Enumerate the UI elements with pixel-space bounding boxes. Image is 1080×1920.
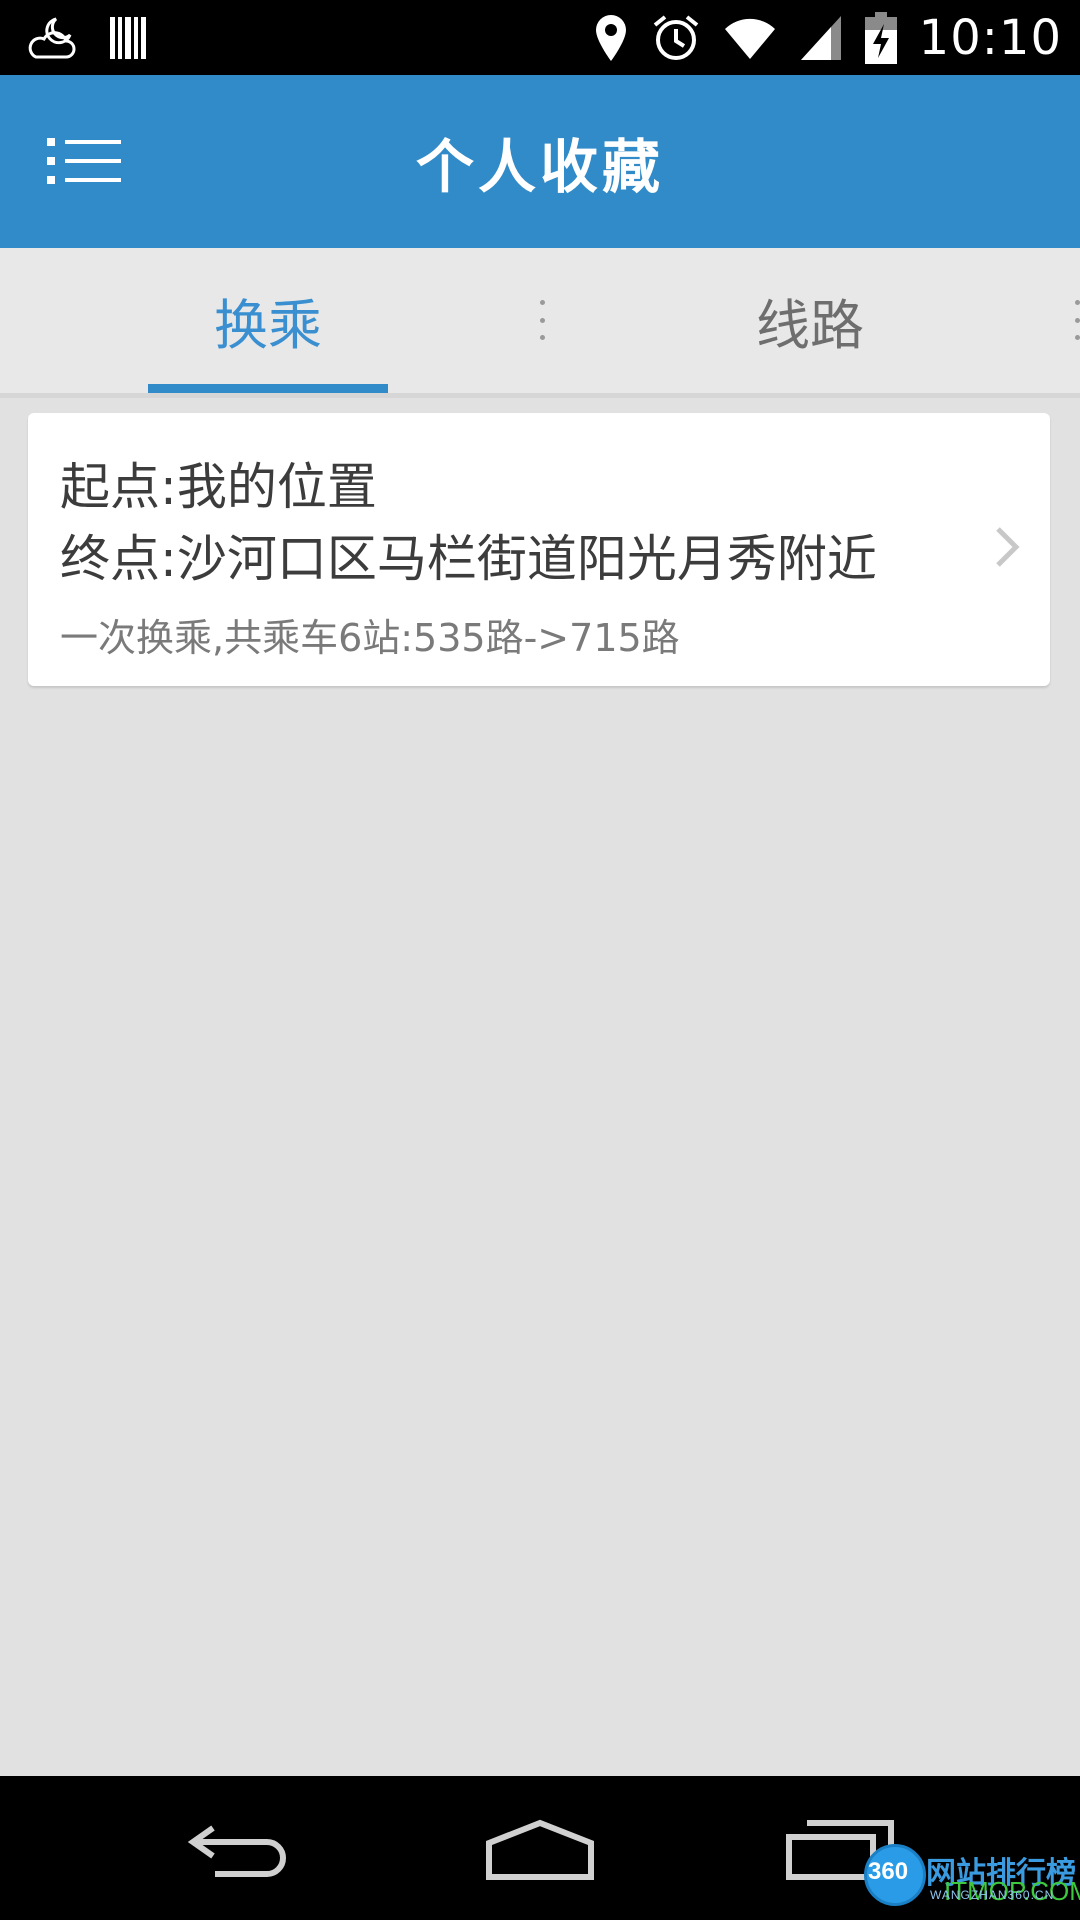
home-icon bbox=[485, 1819, 595, 1881]
back-icon bbox=[185, 1820, 295, 1880]
app-bar: 个人收藏 bbox=[0, 75, 1080, 248]
favorite-route-card[interactable]: 起点:我的位置 终点:沙河口区马栏街道阳光月秀附近 一次换乘,共乘车6站:535… bbox=[28, 413, 1050, 686]
watermark: 360 网站排行榜 ITMOP.COM WANGZHAN360.CN bbox=[864, 1830, 1080, 1916]
menu-button[interactable] bbox=[40, 121, 130, 201]
status-left-icons bbox=[26, 10, 148, 66]
navigation-bar: 360 网站排行榜 ITMOP.COM WANGZHAN360.CN bbox=[0, 1776, 1080, 1920]
route-summary: 一次换乘,共乘车6站:535路->715路 bbox=[60, 616, 680, 660]
barcode-icon bbox=[108, 15, 148, 61]
tab-line[interactable]: 线路 bbox=[690, 248, 930, 393]
battery-charging-icon bbox=[864, 12, 897, 64]
tab-divider bbox=[539, 300, 545, 340]
back-button[interactable] bbox=[180, 1812, 300, 1888]
weather-cloudy-night-icon bbox=[26, 13, 80, 63]
alarm-icon bbox=[651, 13, 701, 63]
signal-icon bbox=[799, 14, 843, 62]
watermark-badge-text: 360 bbox=[868, 1858, 909, 1885]
status-time: 10:10 bbox=[918, 10, 1062, 66]
chevron-right-icon bbox=[992, 525, 1022, 569]
tab-divider bbox=[1074, 300, 1080, 340]
tab-selected-indicator bbox=[148, 384, 388, 393]
menu-list-icon bbox=[47, 136, 123, 186]
status-right-icons: 10:10 bbox=[593, 6, 1062, 70]
status-bar: 10:10 bbox=[0, 0, 1080, 75]
tab-transfer[interactable]: 换乘 bbox=[148, 248, 388, 393]
home-button[interactable] bbox=[480, 1812, 600, 1888]
watermark-subtitle: WANGZHAN360.CN bbox=[930, 1888, 1055, 1902]
screen: 10:10 个人收藏 换乘 线路 起点:我的位置 终点:沙河口区马栏街道阳光月秀… bbox=[0, 0, 1080, 1920]
wifi-icon bbox=[723, 15, 777, 61]
route-end: 终点:沙河口区马栏街道阳光月秀附近 bbox=[60, 530, 877, 588]
page-title: 个人收藏 bbox=[415, 132, 664, 201]
location-pin-icon bbox=[593, 13, 629, 63]
route-start: 起点:我的位置 bbox=[60, 458, 377, 516]
tab-bar: 换乘 线路 bbox=[0, 248, 1080, 398]
